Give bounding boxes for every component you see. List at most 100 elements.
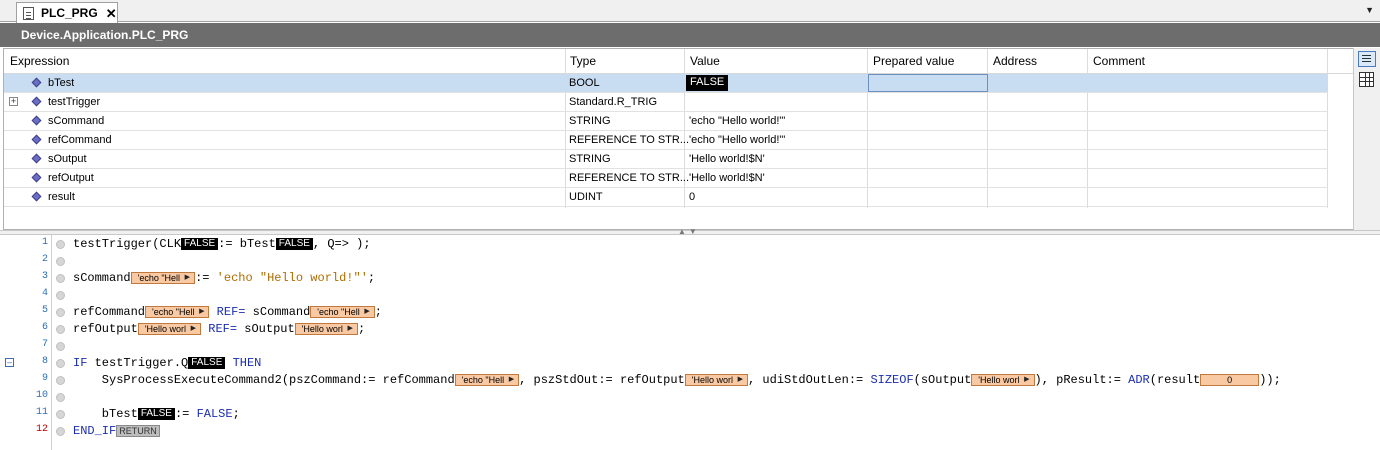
- breakpoint-marker[interactable]: [56, 359, 65, 368]
- view-toolbar: [1353, 48, 1380, 230]
- code-text: SysProcessExecuteCommand2(pszCommand:= r…: [73, 372, 1281, 387]
- expand-icon[interactable]: +: [9, 97, 18, 106]
- breakpoint-marker[interactable]: [56, 410, 65, 419]
- table-row[interactable]: result UDINT 0: [4, 188, 1328, 207]
- document-icon: [23, 6, 34, 20]
- code-text: testTrigger(CLK FALSE:= bTest FALSE, Q=> )…: [73, 236, 371, 251]
- table-row[interactable]: refOutput REFERENCE TO STR... 'Hello wor…: [4, 169, 1328, 188]
- collapse-icon[interactable]: –: [5, 358, 14, 367]
- table-row[interactable]: sOutput STRING 'Hello world!$N': [4, 150, 1328, 169]
- variable-icon: [31, 172, 42, 183]
- code-text: IF testTrigger.Q FALSE THEN: [73, 355, 262, 370]
- line-number: 7: [41, 339, 48, 350]
- code-text: sCommand'echo "Hell ▶:= 'echo "Hello wor…: [73, 270, 376, 285]
- expand-arrow-icon: ▶: [1024, 375, 1030, 383]
- type-cell: BOOL: [569, 77, 600, 89]
- textual-view-icon[interactable]: [1358, 51, 1376, 67]
- expression-cell: refCommand: [48, 134, 112, 146]
- line-number: 11: [35, 407, 48, 418]
- line-number: 3: [41, 271, 48, 282]
- expand-arrow-icon: ▶: [737, 375, 744, 383]
- variable-icon: [31, 115, 42, 126]
- prepared-value-input[interactable]: [868, 74, 988, 92]
- code-line: 6 refOutput 'Hello worl ▶ REF= sOutput 'He…: [0, 320, 1380, 337]
- chevron-down-icon[interactable]: ▼: [1365, 5, 1374, 15]
- value-cell: 0: [689, 191, 696, 203]
- code-line: 5 refCommand'echo "Hell ▶ REF= sCommand '…: [0, 303, 1380, 320]
- type-cell: STRING: [569, 153, 611, 165]
- line-number: 8: [41, 356, 48, 367]
- close-icon[interactable]: ✕: [106, 7, 117, 20]
- breakpoint-marker[interactable]: [56, 393, 65, 402]
- variable-icon: [31, 191, 42, 202]
- table-row[interactable]: sCommand STRING 'echo "Hello world!"': [4, 112, 1328, 131]
- column-type[interactable]: Type: [570, 54, 596, 68]
- breakpoint-marker[interactable]: [56, 342, 65, 351]
- monitoring-value[interactable]: 'echo "Hell ▶: [145, 305, 210, 318]
- code-line: 2: [0, 252, 1380, 269]
- breakpoint-marker[interactable]: [56, 240, 65, 249]
- monitoring-value: FALSE: [275, 237, 313, 250]
- code-text: refCommand'echo "Hell ▶ REF= sCommand'ec…: [73, 304, 382, 319]
- column-expression[interactable]: Expression: [10, 54, 69, 68]
- line-number: 6: [41, 322, 48, 333]
- breakpoint-marker[interactable]: [56, 308, 65, 317]
- code-text: bTest FALSE:= FALSE;: [73, 406, 240, 421]
- monitoring-value[interactable]: 'Hello worl ▶: [684, 373, 749, 386]
- type-cell: REFERENCE TO STR...: [569, 172, 690, 184]
- breakpoint-marker[interactable]: [56, 325, 65, 334]
- value-cell: 'Hello world!$N': [689, 153, 765, 165]
- column-comment[interactable]: Comment: [1093, 54, 1145, 68]
- editor-tab-strip: PLC_PRG ✕ ▼: [0, 0, 1380, 23]
- tab-label: PLC_PRG: [41, 6, 98, 20]
- column-value[interactable]: Value: [690, 54, 720, 68]
- code-editor[interactable]: 1 testTrigger(CLK FALSE:= bTest FALSE, Q=>…: [0, 235, 1380, 450]
- code-text: END_IF RETURN: [73, 423, 160, 438]
- monitoring-value[interactable]: 'Hello worl ▶: [137, 322, 202, 335]
- table-row[interactable]: + testTrigger Standard.R_TRIG: [4, 93, 1328, 112]
- object-path: Device.Application.PLC_PRG: [21, 28, 189, 42]
- expression-cell: testTrigger: [48, 96, 101, 108]
- breakpoint-marker[interactable]: [56, 274, 65, 283]
- monitoring-value[interactable]: 'echo "Hell ▶: [130, 271, 196, 284]
- code-line: – 8 IF testTrigger.Q FALSE THEN: [0, 354, 1380, 371]
- expression-cell: result: [48, 191, 75, 203]
- line-number: 2: [41, 254, 48, 265]
- code-text: refOutput 'Hello worl ▶ REF= sOutput 'Hell…: [73, 321, 366, 336]
- return-marker: RETURN: [116, 424, 160, 437]
- column-prepared-value[interactable]: Prepared value: [873, 54, 954, 68]
- code-line: 12 END_IF RETURN: [0, 422, 1380, 439]
- breakpoint-marker[interactable]: [56, 291, 65, 300]
- monitoring-value[interactable]: 'Hello worl ▶: [294, 322, 358, 335]
- expand-arrow-icon: ▶: [199, 307, 205, 315]
- monitoring-value: FALSE: [181, 237, 219, 250]
- type-cell: REFERENCE TO STR...: [569, 134, 690, 146]
- tabular-view-icon[interactable]: [1359, 72, 1374, 87]
- expand-arrow-icon: ▶: [347, 324, 353, 332]
- watch-table: Expression Type Value Prepared value Add…: [3, 48, 1353, 230]
- code-line: 10: [0, 388, 1380, 405]
- monitoring-value: 0: [1200, 373, 1260, 386]
- expression-cell: sCommand: [48, 115, 105, 127]
- code-line: 4: [0, 286, 1380, 303]
- line-number: 1: [41, 237, 48, 248]
- monitoring-value[interactable]: 'echo "Hell ▶: [454, 373, 520, 386]
- breakpoint-marker[interactable]: [56, 257, 65, 266]
- value-cell: 'Hello world!$N': [689, 172, 765, 184]
- expand-arrow-icon: ▶: [508, 375, 515, 383]
- monitoring-value: FALSE: [137, 407, 175, 420]
- line-number: 12: [35, 424, 48, 435]
- table-row[interactable]: bTest BOOL FALSE: [4, 74, 1328, 93]
- monitoring-value[interactable]: 'echo "Hell ▶: [310, 305, 375, 318]
- table-row[interactable]: refCommand REFERENCE TO STR... 'echo "He…: [4, 131, 1328, 150]
- value-cell: FALSE: [686, 75, 729, 91]
- type-cell: Standard.R_TRIG: [569, 96, 658, 108]
- expand-arrow-icon: ▶: [190, 324, 197, 332]
- column-address[interactable]: Address: [993, 54, 1037, 68]
- breakpoint-marker[interactable]: [56, 376, 65, 385]
- monitoring-value: FALSE: [188, 356, 226, 369]
- breakpoint-marker[interactable]: [56, 427, 65, 436]
- monitoring-value[interactable]: 'Hello worl ▶: [971, 373, 1035, 386]
- value-cell: 'echo "Hello world!"': [689, 134, 786, 146]
- tab-plc-prg[interactable]: PLC_PRG ✕: [16, 2, 118, 23]
